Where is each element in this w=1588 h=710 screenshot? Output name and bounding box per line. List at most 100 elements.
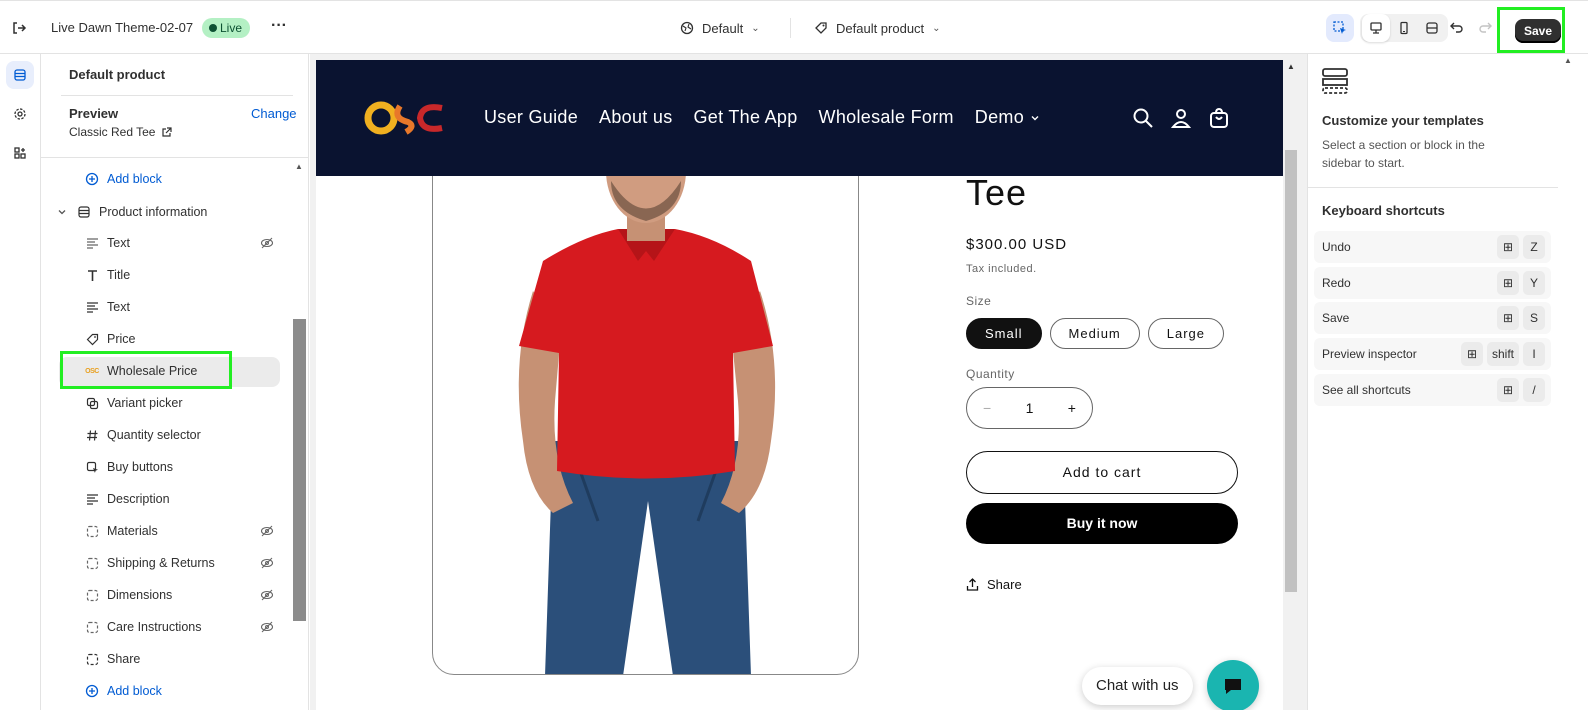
block-buy-buttons[interactable]: Buy buttons <box>85 454 173 480</box>
block-quantity-selector[interactable]: Quantity selector <box>85 422 201 448</box>
redo-icon[interactable] <box>1476 18 1496 38</box>
key-cap: Y <box>1523 271 1545 295</box>
chat-launcher-button[interactable] <box>1207 660 1259 710</box>
viewport-switcher <box>1360 14 1448 42</box>
collapsible-icon <box>85 524 99 538</box>
preview-product[interactable]: Classic Red Tee <box>69 125 173 139</box>
chat-bubble-icon <box>1222 675 1244 697</box>
block-text[interactable]: Text <box>85 294 130 320</box>
cursor-click-icon <box>85 460 99 474</box>
block-label: Buy buttons <box>107 460 174 474</box>
add-block-label: Add block <box>107 172 162 186</box>
eye-hidden-icon[interactable] <box>260 588 274 602</box>
quantity-label: Quantity <box>966 367 1015 381</box>
rail-sections-button[interactable] <box>6 61 34 89</box>
save-button[interactable]: Save <box>1515 19 1561 43</box>
quantity-input[interactable]: 1 <box>1026 400 1034 416</box>
theme-settings-select[interactable]: Default ⌄ <box>680 18 760 38</box>
add-block-button[interactable]: Add block <box>85 166 162 192</box>
shortcut-row-save: Save ⊞ S <box>1314 302 1551 334</box>
account-icon[interactable] <box>1170 107 1192 129</box>
block-label: Shipping & Returns <box>107 556 215 570</box>
block-label: Materials <box>107 524 158 538</box>
eye-hidden-icon[interactable] <box>260 524 274 538</box>
eye-hidden-icon[interactable] <box>260 620 274 634</box>
add-to-cart-button[interactable]: Add to cart <box>966 451 1238 494</box>
rail-apps-button[interactable] <box>6 139 34 167</box>
nav-about-us[interactable]: About us <box>599 107 672 128</box>
quantity-decrease-button[interactable]: − <box>983 400 991 416</box>
theme-name: Live Dawn Theme-02-07 <box>51 20 194 35</box>
tax-note: Tax included. <box>966 263 1037 275</box>
product-price: $300.00 USD <box>966 236 1068 253</box>
change-preview-link[interactable]: Change <box>251 106 297 121</box>
fullscreen-view-button[interactable] <box>1418 14 1446 42</box>
key-cap: shift <box>1486 342 1519 366</box>
key-cap: Z <box>1523 235 1545 259</box>
block-label: Description <box>107 492 170 506</box>
chevron-down-icon <box>55 205 69 219</box>
search-icon[interactable] <box>1132 107 1154 129</box>
scroll-up-arrow[interactable]: ▲ <box>1287 62 1295 71</box>
inspector-toggle[interactable] <box>1326 14 1354 42</box>
block-shipping-returns[interactable]: Shipping & Returns <box>85 550 285 576</box>
chevron-down-icon: ⌄ <box>932 22 941 34</box>
wholesale-price-highlight-frame <box>60 351 232 389</box>
inspector-panel: ▲ Customize your templates Select a sect… <box>1307 54 1588 710</box>
shortcut-row-see-all[interactable]: See all shortcuts ⊞ / <box>1314 374 1551 406</box>
shortcut-keys: ⊞ Y <box>1497 271 1545 295</box>
buy-now-button[interactable]: Buy it now <box>966 503 1238 544</box>
product-image[interactable] <box>432 140 859 675</box>
nav-wholesale-form[interactable]: Wholesale Form <box>819 107 954 128</box>
divider <box>41 157 308 158</box>
chevron-down-icon <box>1030 113 1040 123</box>
view-tools <box>1326 14 1448 42</box>
block-description[interactable]: Description <box>85 486 170 512</box>
store-logo[interactable] <box>364 98 448 138</box>
size-option-large[interactable]: Large <box>1147 318 1225 349</box>
apps-icon <box>13 146 27 160</box>
template-select-label: Default product <box>836 20 925 36</box>
windows-key: ⊞ <box>1460 342 1483 366</box>
block-variant-picker[interactable]: Variant picker <box>85 390 183 416</box>
block-price[interactable]: Price <box>85 326 135 352</box>
eye-hidden-icon[interactable] <box>260 236 274 250</box>
add-block-button[interactable]: Add block <box>85 678 162 704</box>
mobile-icon <box>1397 21 1411 35</box>
variant-picker-icon <box>85 396 99 410</box>
cart-icon[interactable] <box>1208 107 1230 129</box>
eye-hidden-icon[interactable] <box>260 556 274 570</box>
sidebar-scrollbar[interactable] <box>293 319 306 621</box>
share-button[interactable]: Share <box>966 577 1022 592</box>
block-dimensions[interactable]: Dimensions <box>85 582 285 608</box>
nav-user-guide[interactable]: User Guide <box>484 107 578 128</box>
price-tag-icon <box>85 332 99 346</box>
shortcuts-heading: Keyboard shortcuts <box>1322 203 1445 218</box>
size-option-medium[interactable]: Medium <box>1049 318 1140 349</box>
quantity-increase-button[interactable]: + <box>1068 400 1076 416</box>
template-sections-icon <box>1322 68 1348 94</box>
gear-icon <box>13 107 27 121</box>
scroll-up-arrow[interactable]: ▲ <box>1564 56 1572 65</box>
preview-scrollbar[interactable] <box>1285 150 1297 592</box>
section-product-information[interactable]: Product information <box>55 199 207 225</box>
more-actions-button[interactable]: ··· <box>268 18 290 38</box>
chat-with-us-label[interactable]: Chat with us <box>1082 667 1193 705</box>
store-preview-frame: User Guide About us Get The App Wholesal… <box>316 60 1283 710</box>
block-title[interactable]: Title <box>85 262 130 288</box>
nav-demo[interactable]: Demo <box>975 107 1040 128</box>
size-option-small[interactable]: Small <box>966 318 1042 349</box>
desktop-view-button[interactable] <box>1362 14 1390 42</box>
mobile-view-button[interactable] <box>1390 14 1418 42</box>
block-care-instructions[interactable]: Care Instructions <box>85 614 285 640</box>
scroll-up-arrow[interactable]: ▲ <box>295 162 303 171</box>
exit-icon[interactable] <box>10 19 28 37</box>
template-select[interactable]: Default product ⌄ <box>814 18 941 38</box>
block-text-hidden[interactable]: Text <box>85 230 285 256</box>
nav-get-the-app[interactable]: Get The App <box>694 107 798 128</box>
undo-icon[interactable] <box>1446 18 1466 38</box>
block-materials[interactable]: Materials <box>85 518 285 544</box>
windows-key: ⊞ <box>1497 271 1519 295</box>
rail-settings-button[interactable] <box>6 100 34 128</box>
block-share[interactable]: Share <box>85 646 140 672</box>
